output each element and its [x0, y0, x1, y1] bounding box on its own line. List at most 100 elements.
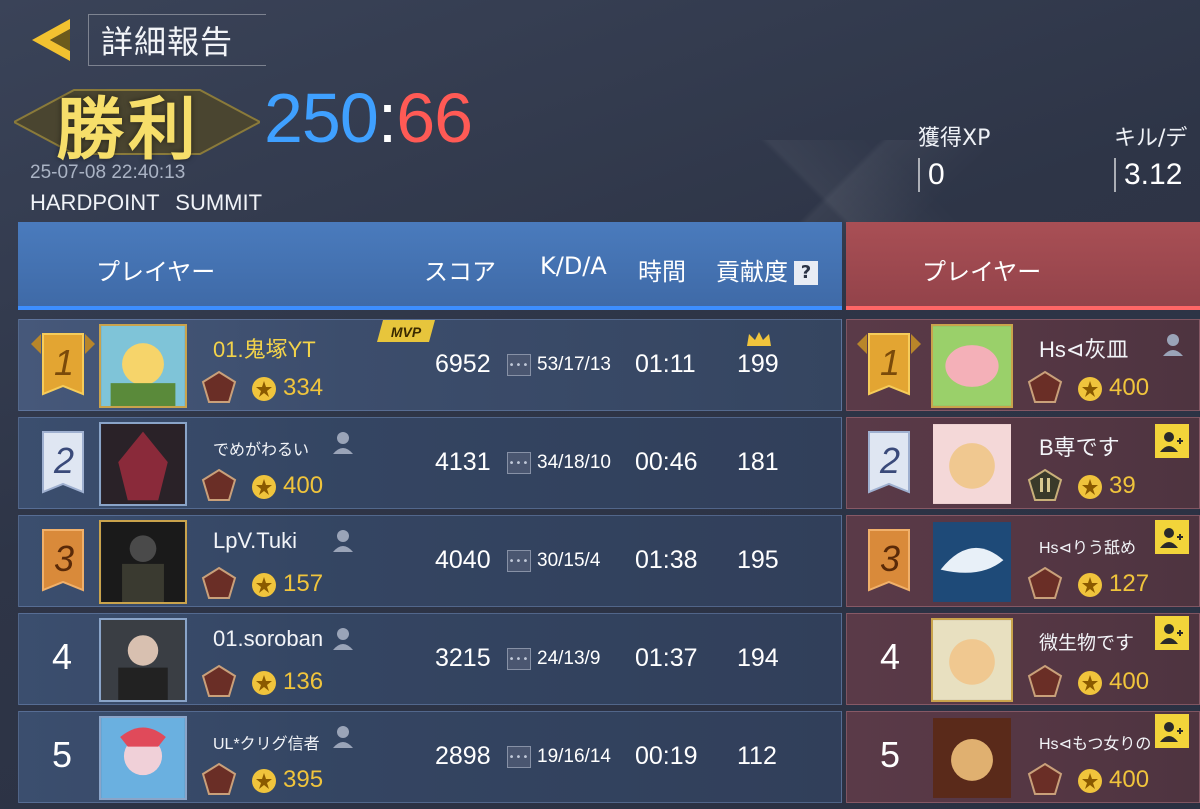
kda-detail-icon[interactable]: ••• — [507, 550, 531, 572]
rank-emblem-icon — [1027, 468, 1063, 501]
col-contribution-label: 貢献度 — [716, 258, 788, 286]
match-info: HARDPOINT SUMMIT — [30, 190, 262, 216]
table-row[interactable]: 3 Hs⊲りう舐め 127 — [846, 515, 1200, 607]
rank-number: 2 — [879, 440, 901, 481]
rank-emblem-icon — [1027, 370, 1063, 403]
kd-label: キル/デ — [1114, 126, 1188, 151]
table-row[interactable]: 1 Hs⊲灰皿 400 — [846, 319, 1200, 411]
avatar[interactable] — [931, 324, 1013, 408]
crown-icon — [747, 332, 771, 346]
rank-emblem-icon — [201, 762, 237, 795]
col-contribution: 貢献度? — [716, 252, 818, 287]
star-icon — [252, 671, 276, 695]
avatar[interactable] — [931, 618, 1013, 702]
player-name: Hs⊲灰皿 — [1039, 337, 1129, 362]
avatar[interactable] — [931, 716, 1013, 800]
victory-banner: 勝利 — [14, 74, 260, 170]
score-separator: : — [377, 79, 397, 157]
avatar[interactable] — [99, 716, 187, 800]
player-level: 157 — [283, 570, 324, 597]
friend-icon[interactable] — [331, 528, 359, 552]
player-level: 400 — [1109, 374, 1150, 401]
kda-detail-icon[interactable]: ••• — [507, 452, 531, 474]
star-icon — [252, 377, 276, 401]
player-time: 00:46 — [635, 448, 698, 476]
player-level: 400 — [1109, 766, 1150, 793]
star-icon — [1078, 475, 1102, 499]
match-datetime: 25-07-08 22:40:13 — [30, 162, 186, 183]
back-button[interactable] — [22, 14, 80, 66]
player-level: 400 — [1109, 668, 1150, 695]
friend-icon[interactable] — [331, 626, 359, 650]
table-row[interactable]: 2 B専です 39 — [846, 417, 1200, 509]
table-row[interactable]: 2 でめがわるい 400 4131 ••• 34/18/10 00:46 181 — [18, 417, 842, 509]
rank-number: 3 — [53, 538, 75, 579]
star-icon — [1078, 671, 1102, 695]
rank-number: 4 — [51, 636, 73, 677]
player-name: でめがわるい — [213, 442, 310, 459]
star-icon — [252, 475, 276, 499]
table-row[interactable]: 1 MVP 01.鬼塚YT 334 6952 ••• 53/17/13 01:1… — [18, 319, 842, 411]
friend-icon[interactable] — [1161, 332, 1189, 356]
help-icon[interactable]: ? — [794, 261, 818, 285]
player-score: 4131 — [435, 448, 491, 476]
player-contribution: 199 — [737, 350, 779, 378]
match-score: 250:66 — [264, 78, 473, 158]
kd-value: 3.12 — [1114, 158, 1187, 192]
rank-emblem-icon — [201, 468, 237, 501]
add-friend-icon — [1160, 432, 1183, 452]
player-time: 01:37 — [635, 644, 698, 672]
match-result: 勝利 — [56, 90, 201, 170]
add-friend-button[interactable] — [1155, 520, 1189, 554]
table-row[interactable]: 3 LpV.Tuki 157 4040 ••• 30/15/4 01:38 19… — [18, 515, 842, 607]
rank-number: 5 — [879, 734, 901, 775]
col-time: 時間 — [638, 258, 686, 286]
player-score: 4040 — [435, 546, 491, 574]
rank-number: 1 — [53, 342, 75, 383]
kda-detail-icon[interactable]: ••• — [507, 354, 531, 376]
player-name: Hs⊲もつ女りの — [1039, 736, 1152, 753]
player-kda: 53/17/13 — [537, 354, 611, 375]
page-title: 詳細報告 — [88, 14, 266, 66]
player-name: 01.鬼塚YT — [213, 337, 316, 362]
rank-number: 4 — [879, 636, 901, 677]
player-contribution: 112 — [737, 742, 777, 770]
add-friend-button[interactable] — [1155, 616, 1189, 650]
add-friend-icon — [1160, 722, 1183, 742]
star-icon — [252, 573, 276, 597]
avatar[interactable] — [99, 324, 187, 408]
xp-label: 獲得XP — [918, 126, 991, 151]
rank-number: 3 — [879, 538, 901, 579]
avatar[interactable] — [931, 520, 1013, 604]
add-friend-button[interactable] — [1155, 424, 1189, 458]
friend-icon[interactable] — [331, 430, 359, 454]
kda-detail-icon[interactable]: ••• — [507, 746, 531, 768]
table-row[interactable]: 4 01.soroban 136 3215 ••• 24/13/9 01:37 … — [18, 613, 842, 705]
map-name: SUMMIT — [175, 190, 263, 215]
red-team-header: プレイヤー — [846, 222, 1200, 310]
table-row[interactable]: 4 微生物です 400 — [846, 613, 1200, 705]
avatar[interactable] — [99, 520, 187, 604]
table-row[interactable]: 5 UL*クリグ信者 395 2898 ••• 19/16/14 00:19 1… — [18, 711, 842, 803]
blue-team-header: プレイヤー スコア K/D/A 時間 貢献度? — [18, 222, 842, 310]
player-contribution: 195 — [737, 546, 779, 574]
player-level: 395 — [283, 766, 324, 793]
add-friend-button[interactable] — [1155, 714, 1189, 748]
rank-emblem-icon — [1027, 762, 1063, 795]
xp-value: 0 — [918, 158, 990, 192]
table-row[interactable]: 5 Hs⊲もつ女りの 400 — [846, 711, 1200, 803]
friend-icon[interactable] — [331, 724, 359, 748]
avatar[interactable] — [99, 618, 187, 702]
kda-detail-icon[interactable]: ••• — [507, 648, 531, 670]
avatar[interactable] — [99, 422, 187, 506]
avatar[interactable] — [931, 422, 1013, 506]
player-contribution: 194 — [737, 644, 779, 672]
player-name: UL*クリグ信者 — [213, 736, 320, 753]
player-kda: 30/15/4 — [537, 550, 601, 571]
player-kda: 34/18/10 — [537, 452, 611, 473]
blue-score: 250 — [264, 79, 379, 157]
rank-emblem-icon — [1027, 664, 1063, 697]
player-name: LpV.Tuki — [213, 528, 297, 553]
star-icon — [1078, 377, 1102, 401]
star-icon — [1078, 769, 1102, 793]
